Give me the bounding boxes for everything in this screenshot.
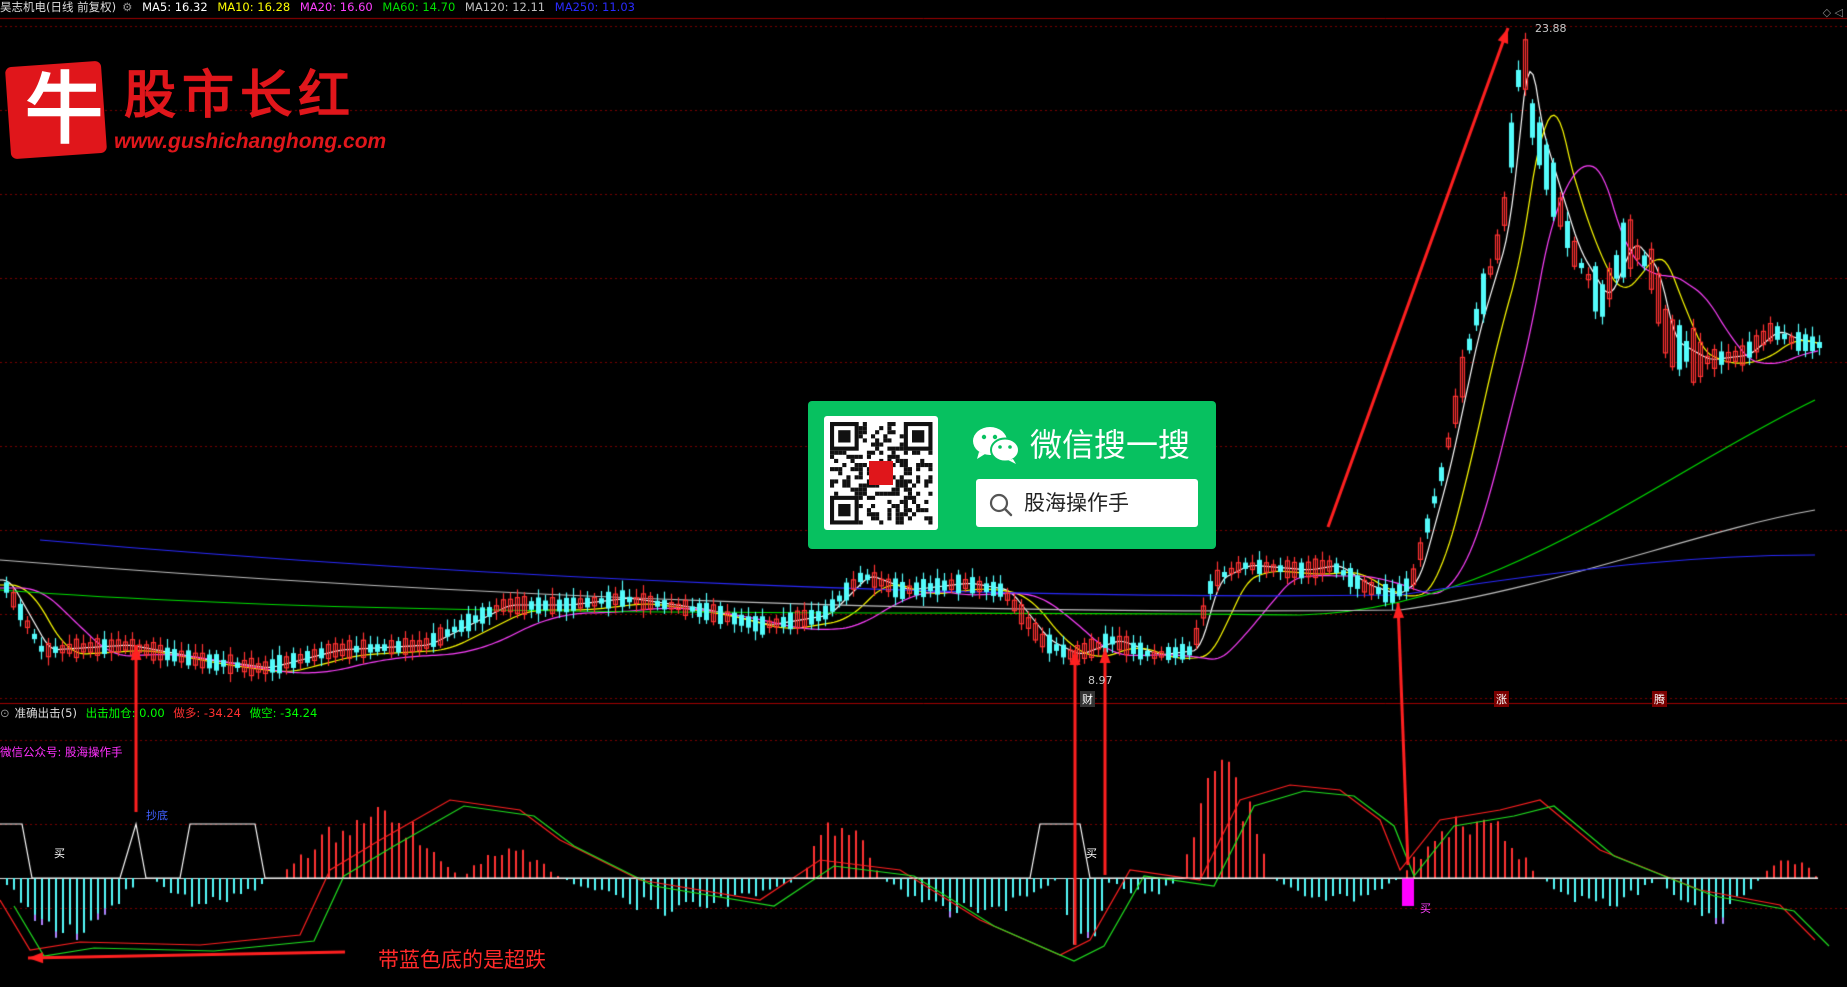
wechat-search-title: 微信搜一搜 [1030, 426, 1191, 464]
annotation-buy-3: 买 [1420, 902, 1431, 915]
ma10-value: MA10: 16.28 [217, 0, 291, 14]
ma20-value: MA20: 16.60 [299, 0, 373, 14]
indicator-short-value: 做空: -34.24 [249, 706, 318, 720]
ma60-value: MA60: 14.70 [382, 0, 456, 14]
oversold-note: 带蓝色底的是超跌 [378, 948, 546, 972]
annotation-buy-1: 买 [54, 847, 65, 860]
logo-url: www.gushichanghong.com [114, 130, 387, 153]
site-logo: 牛 股市长红 www.gushichanghong.com [4, 60, 386, 165]
peak-price-label: 23.88 [1535, 22, 1567, 35]
annotation-buy-2: 买 [1086, 847, 1097, 860]
chart-header: 昊志机电(日线 前复权) ⚙ MA5: 16.32 MA10: 16.28 MA2… [0, 0, 641, 16]
settings-icon[interactable]: ⚙ [122, 0, 132, 14]
low-price-label: 8.97 [1088, 674, 1113, 687]
event-tag-finance[interactable]: 财 [1080, 691, 1095, 707]
logo-title: 股市长红 [124, 65, 357, 126]
ma250-value: MA250: 11.03 [554, 0, 635, 14]
wechat-account-label: 微信公众号: 股海操作手 [0, 745, 123, 759]
wechat-search-text: 股海操作手 [1024, 491, 1129, 515]
ma120-value: MA120: 12.11 [464, 0, 546, 14]
qr-code-icon [824, 416, 938, 530]
logo-char: 牛 [24, 64, 103, 155]
window-control-icons[interactable]: ◇ ◁ [1823, 6, 1843, 19]
wechat-search-box[interactable]: 股海操作手 [976, 479, 1198, 527]
stock-title: 昊志机电(日线 前复权) [0, 0, 117, 14]
ma5-value: MA5: 16.32 [142, 0, 208, 14]
indicator-add-value: 出击加仓: 0.00 [85, 706, 165, 720]
indicator-long-value: 做多: -34.24 [173, 706, 241, 720]
indicator-collapse-icon[interactable]: ⊙ [0, 706, 10, 720]
wechat-search-card: 微信搜一搜 股海操作手 [808, 401, 1216, 549]
event-tag-rise[interactable]: 涨 [1494, 691, 1509, 707]
wechat-icon [973, 427, 1020, 464]
indicator-name[interactable]: 准确出击(5) [15, 706, 77, 720]
search-icon [989, 493, 1013, 517]
indicator-header: ⊙ 准确出击(5) 出击加仓: 0.00 做多: -34.24 做空: -34.2… [0, 706, 322, 721]
event-tag-tencent[interactable]: 腾 [1652, 691, 1667, 707]
annotation-bottom-fish: 抄底 [146, 809, 168, 822]
